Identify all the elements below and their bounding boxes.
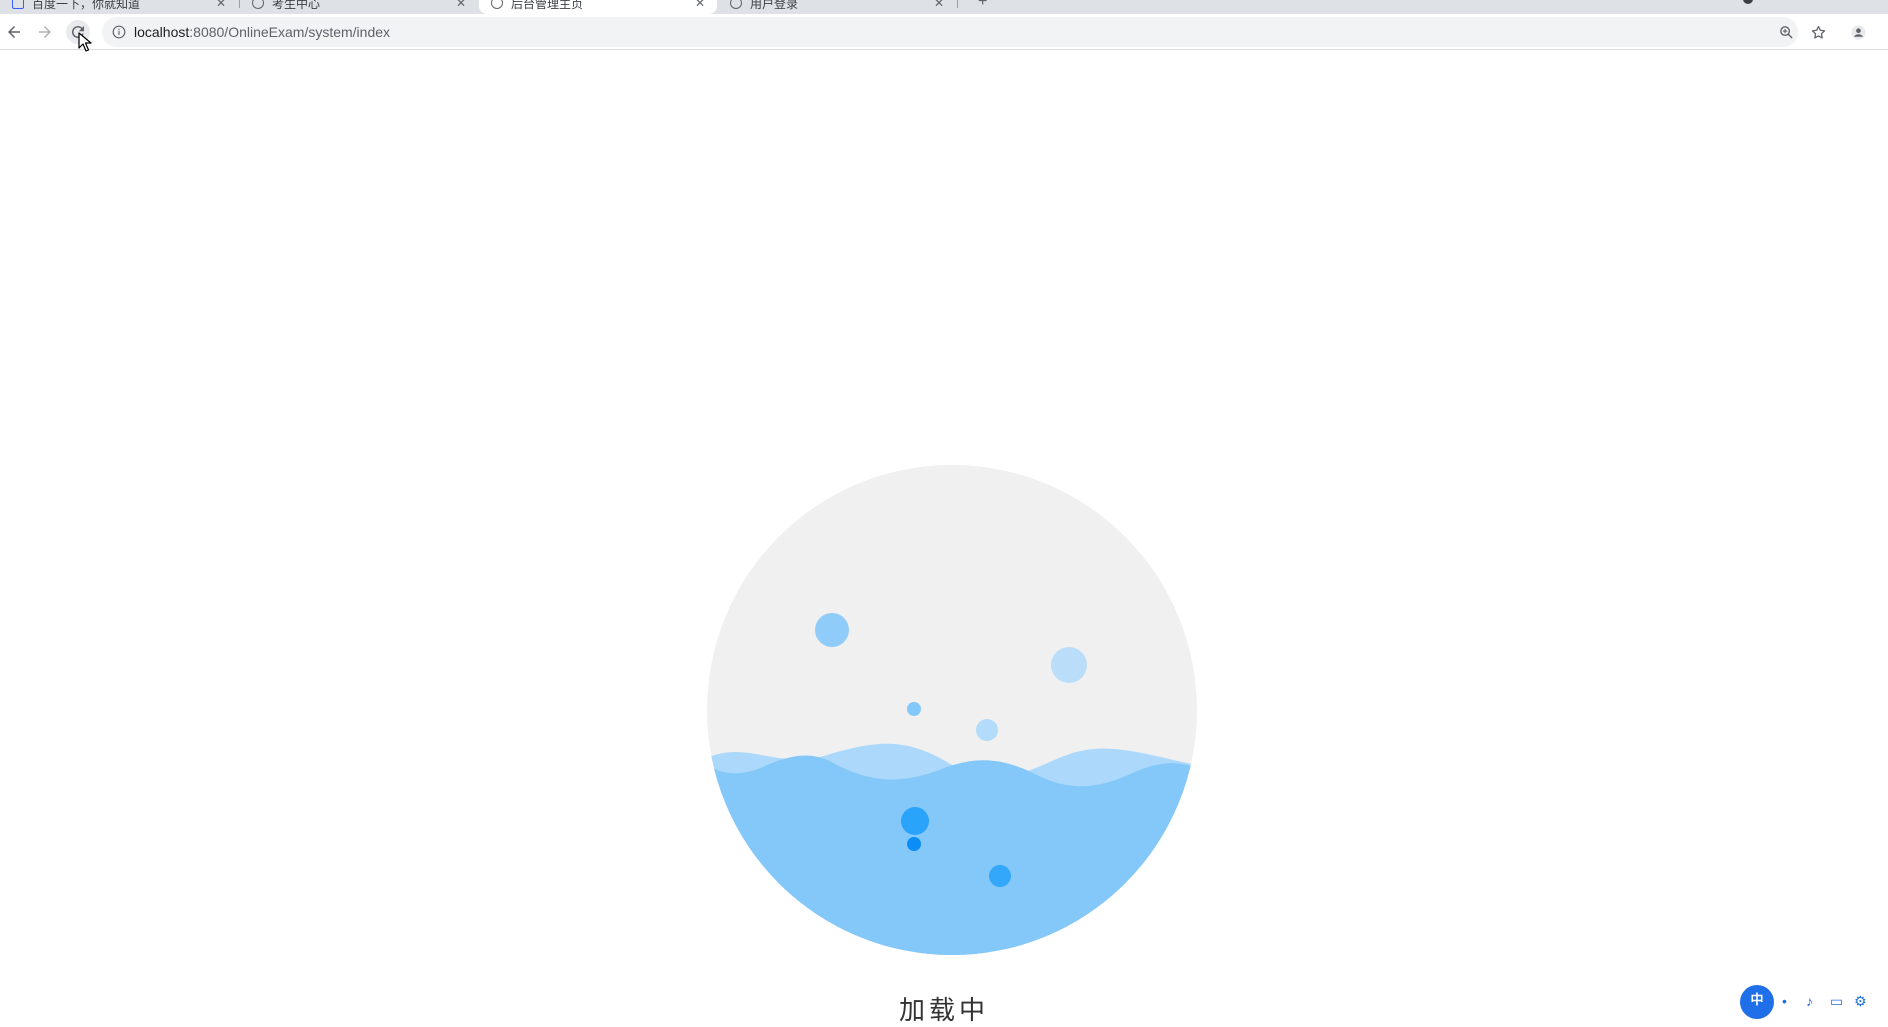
url-text[interactable]: localhost:8080/OnlineExam/system/index	[134, 24, 390, 40]
mic-icon[interactable]: ♪	[1806, 993, 1822, 1009]
ime-logo[interactable]: 中	[1740, 985, 1774, 1019]
account-icon	[1850, 24, 1866, 40]
account-dot-icon[interactable]	[1743, 0, 1753, 4]
arrow-left-icon	[8, 26, 20, 38]
browser-toolbar: localhost:8080/OnlineExam/system/index	[0, 14, 1888, 50]
baidu-icon	[12, 0, 24, 9]
tab-separator	[957, 0, 958, 8]
tab-title: 考生中心	[272, 0, 321, 11]
tab-strip: 百度一下，你就知道 ✕ 考生中心 ✕ 后台管理主页 ✕ 用户登录 ✕ +	[0, 0, 1888, 14]
globe-icon	[491, 0, 503, 9]
info-icon[interactable]	[112, 25, 126, 39]
water-ball-graphic	[707, 465, 1197, 955]
tab-title: 用户登录	[750, 0, 799, 11]
back-button[interactable]	[2, 20, 26, 44]
tab-baidu[interactable]: 百度一下，你就知道 ✕	[0, 0, 238, 14]
ime-toolbar[interactable]: 中 • ♪ ▭ ⚙	[1740, 985, 1870, 1019]
bubble	[976, 719, 998, 741]
keyboard-icon[interactable]: ▭	[1830, 993, 1846, 1009]
address-bar[interactable]: localhost:8080/OnlineExam/system/index	[102, 17, 1798, 47]
zoom-button[interactable]	[1774, 20, 1798, 44]
tab-admin-home[interactable]: 后台管理主页 ✕	[479, 0, 717, 14]
bubble	[907, 837, 921, 851]
forward-button[interactable]	[33, 20, 57, 44]
close-icon[interactable]: ✕	[695, 0, 705, 10]
bubble	[815, 613, 849, 647]
close-icon[interactable]: ✕	[934, 0, 944, 10]
url-host: localhost	[134, 24, 190, 40]
punctuation-icon[interactable]: •	[1782, 993, 1798, 1009]
bookmark-button[interactable]	[1806, 20, 1830, 44]
globe-icon	[252, 0, 264, 9]
mouse-cursor-icon	[78, 32, 92, 52]
tab-candidate-center[interactable]: 考生中心 ✕	[240, 0, 478, 14]
star-icon	[1811, 25, 1825, 39]
bubble	[989, 865, 1011, 887]
bubble	[907, 702, 921, 716]
arrow-right-icon	[39, 26, 51, 38]
bubble	[1051, 647, 1087, 683]
settings-icon[interactable]: ⚙	[1854, 993, 1870, 1009]
globe-icon	[730, 0, 742, 9]
close-icon[interactable]: ✕	[216, 0, 226, 10]
url-path: :8080/OnlineExam/system/index	[189, 24, 391, 40]
loading-text: 加载中	[898, 995, 989, 1025]
tab-title: 百度一下，你就知道	[32, 0, 141, 11]
loading-animation	[707, 465, 1197, 955]
bubble	[901, 807, 929, 835]
profile-button[interactable]	[1846, 20, 1870, 44]
close-icon[interactable]: ✕	[456, 0, 466, 10]
new-tab-button[interactable]: +	[978, 0, 987, 11]
tab-title: 后台管理主页	[511, 0, 584, 11]
tab-user-login[interactable]: 用户登录 ✕	[718, 0, 956, 14]
zoom-icon	[1779, 25, 1793, 39]
front-wave	[707, 755, 1197, 955]
